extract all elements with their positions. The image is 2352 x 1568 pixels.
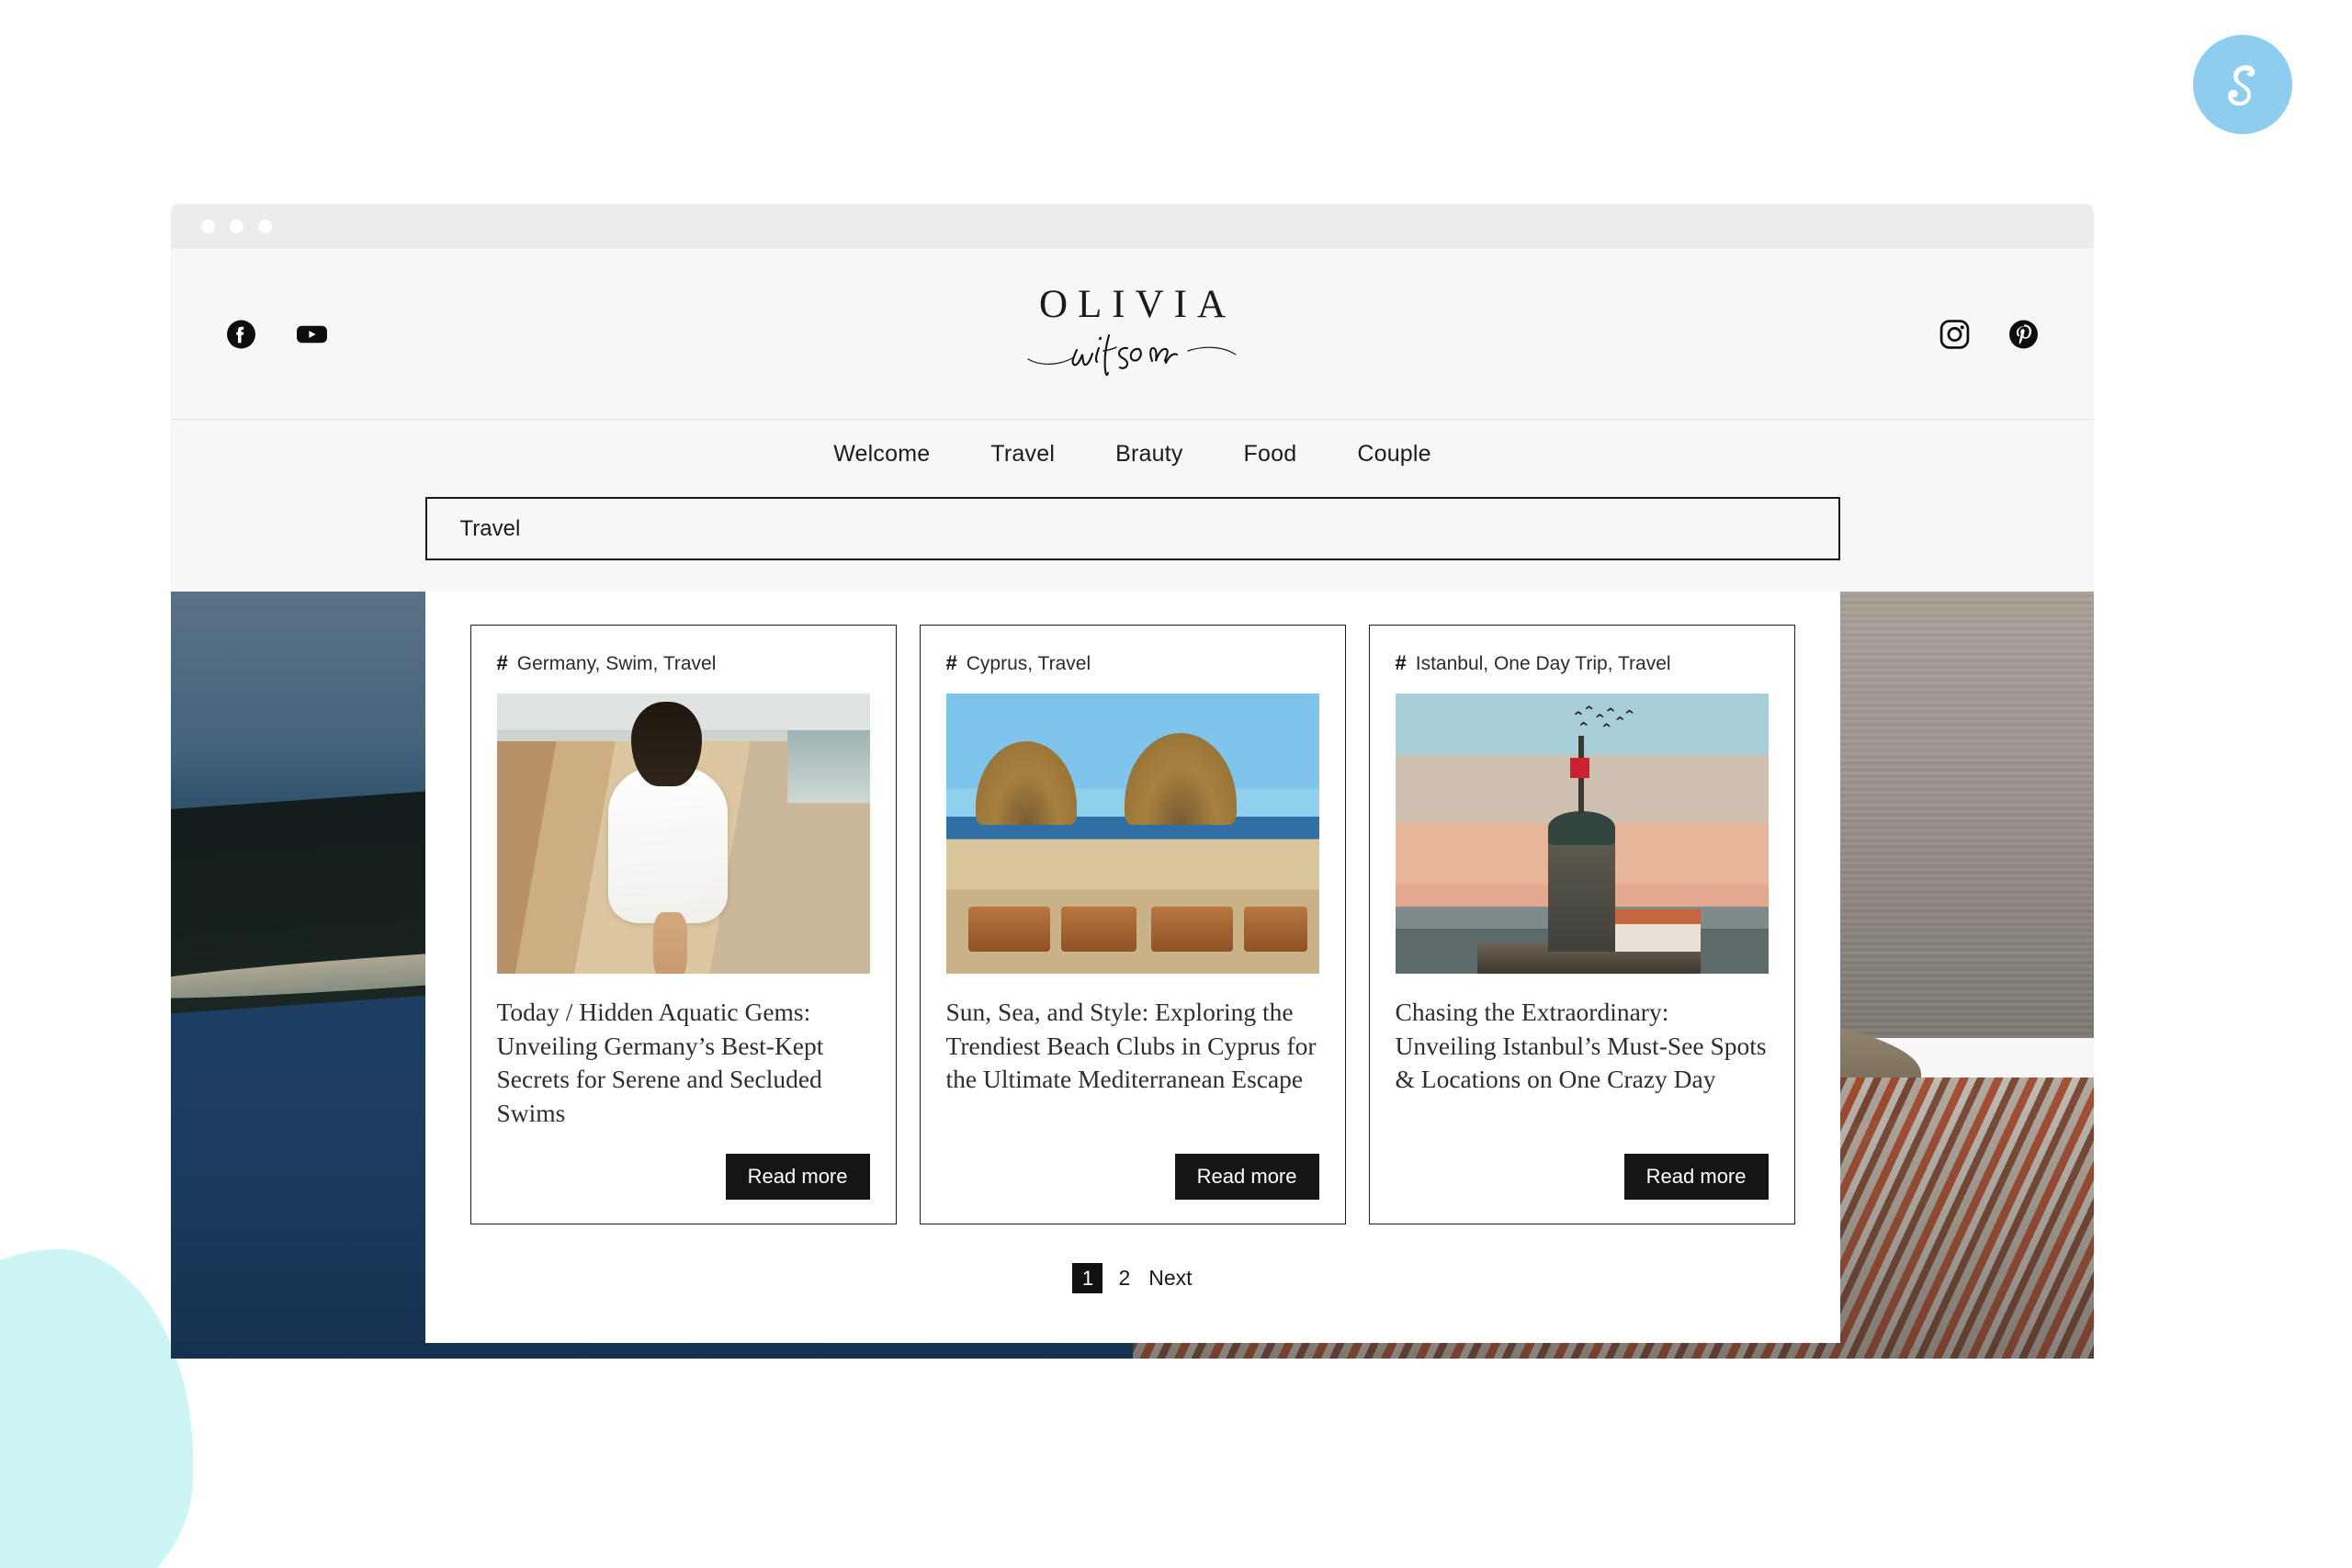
- pagination-next[interactable]: Next: [1148, 1266, 1192, 1291]
- card-footer: Read more: [1396, 1154, 1769, 1201]
- social-links-right: [1939, 319, 2039, 349]
- photo-woman-legs: [653, 911, 687, 974]
- logo-name: OLIVIA: [1038, 282, 1237, 326]
- card-tags-label: Istanbul, One Day Trip, Travel: [1415, 653, 1671, 674]
- facebook-icon[interactable]: [226, 319, 256, 349]
- pinterest-icon[interactable]: [2008, 319, 2039, 349]
- window-dot-close[interactable]: [201, 220, 215, 233]
- card-image-beach-umbrellas-loungers: [945, 694, 1319, 974]
- photo-lounger: [1061, 906, 1136, 952]
- site-header: OLIVIA: [171, 249, 2094, 419]
- instagram-icon[interactable]: [1939, 319, 1970, 349]
- window-dot-maximize[interactable]: [258, 220, 272, 233]
- card-image-maidens-tower-istanbul-sunset: [1395, 694, 1769, 974]
- article-card[interactable]: # Germany, Swim, Travel Today / Hidden A…: [469, 625, 897, 1225]
- hero-section: # Germany, Swim, Travel Today / Hidden A…: [171, 592, 2094, 1359]
- site-logo[interactable]: OLIVIA: [1024, 285, 1241, 384]
- search-area: Travel: [171, 489, 2094, 592]
- read-more-button[interactable]: Read more: [725, 1154, 870, 1201]
- page-root: OLIVIA Welcome Travel Brauty Food Couple…: [0, 0, 2352, 1568]
- search-input-value: Travel: [459, 515, 521, 541]
- article-card[interactable]: # Istanbul, One Day Trip, Travel Chasing…: [1368, 625, 1795, 1225]
- main-navigation: Welcome Travel Brauty Food Couple: [171, 419, 2094, 489]
- decorative-blob: [0, 1249, 193, 1568]
- swirl-s-logo-icon: [2214, 56, 2271, 113]
- card-title: Chasing the Extraordinary: Unveiling Ist…: [1395, 998, 1767, 1094]
- read-more-button[interactable]: Read more: [1623, 1154, 1769, 1201]
- photo-lounger: [1150, 906, 1234, 952]
- photo-sea-strip: [787, 729, 870, 803]
- social-links-left: [226, 319, 327, 349]
- youtube-icon[interactable]: [296, 319, 327, 349]
- photo-tower-base: [1547, 839, 1616, 952]
- pagination: 1 2 Next: [466, 1263, 1800, 1294]
- browser-chrome-bar: [171, 204, 2094, 249]
- hash-icon: #: [496, 651, 508, 674]
- photo-tower-dome: [1547, 811, 1616, 845]
- photo-lounger: [967, 906, 1051, 952]
- card-image-woman-white-dress-beach: [496, 694, 870, 974]
- card-tags[interactable]: # Germany, Swim, Travel: [497, 651, 870, 675]
- card-footer: Read more: [497, 1154, 870, 1201]
- photo-umbrella: [1125, 732, 1238, 826]
- card-title: Sun, Sea, and Style: Exploring the Trend…: [945, 998, 1317, 1094]
- content-panel: # Germany, Swim, Travel Today / Hidden A…: [424, 592, 1840, 1343]
- nav-item-welcome[interactable]: Welcome: [803, 441, 960, 468]
- nav-item-brauty[interactable]: Brauty: [1085, 441, 1213, 468]
- nav-item-couple[interactable]: Couple: [1327, 441, 1461, 468]
- article-card-list: # Germany, Swim, Travel Today / Hidden A…: [466, 625, 1800, 1225]
- card-tags[interactable]: # Istanbul, One Day Trip, Travel: [1396, 651, 1769, 675]
- photo-umbrella: [975, 740, 1077, 826]
- card-tags[interactable]: # Cyprus, Travel: [946, 651, 1319, 675]
- brand-badge[interactable]: [2193, 35, 2292, 134]
- pagination-page-2[interactable]: 2: [1118, 1266, 1130, 1291]
- nav-item-travel[interactable]: Travel: [960, 441, 1085, 468]
- card-title: Today / Hidden Aquatic Gems: Unveiling G…: [496, 998, 824, 1127]
- hash-icon: #: [945, 651, 957, 674]
- card-tags-label: Cyprus, Travel: [966, 653, 1091, 674]
- photo-lounger: [1244, 906, 1308, 952]
- read-more-button[interactable]: Read more: [1174, 1154, 1319, 1201]
- browser-window: OLIVIA Welcome Travel Brauty Food Couple…: [171, 204, 2094, 1359]
- photo-woman-dress: [608, 766, 729, 924]
- photo-annex-building: [1603, 908, 1702, 952]
- window-dot-minimize[interactable]: [230, 220, 243, 233]
- photo-turkish-flag: [1570, 758, 1589, 778]
- card-footer: Read more: [946, 1154, 1319, 1201]
- logo-script: [1024, 326, 1241, 384]
- article-card[interactable]: # Cyprus, Travel Sun, Sea, and Style: Ex…: [919, 625, 1346, 1225]
- hash-icon: #: [1395, 651, 1407, 674]
- nav-item-food[interactable]: Food: [1214, 441, 1328, 468]
- pagination-page-1[interactable]: 1: [1072, 1263, 1103, 1294]
- card-tags-label: Germany, Swim, Travel: [516, 653, 717, 674]
- photo-woman-hair: [630, 702, 702, 786]
- search-input[interactable]: Travel: [424, 497, 1840, 560]
- photo-birds: [1575, 705, 1634, 728]
